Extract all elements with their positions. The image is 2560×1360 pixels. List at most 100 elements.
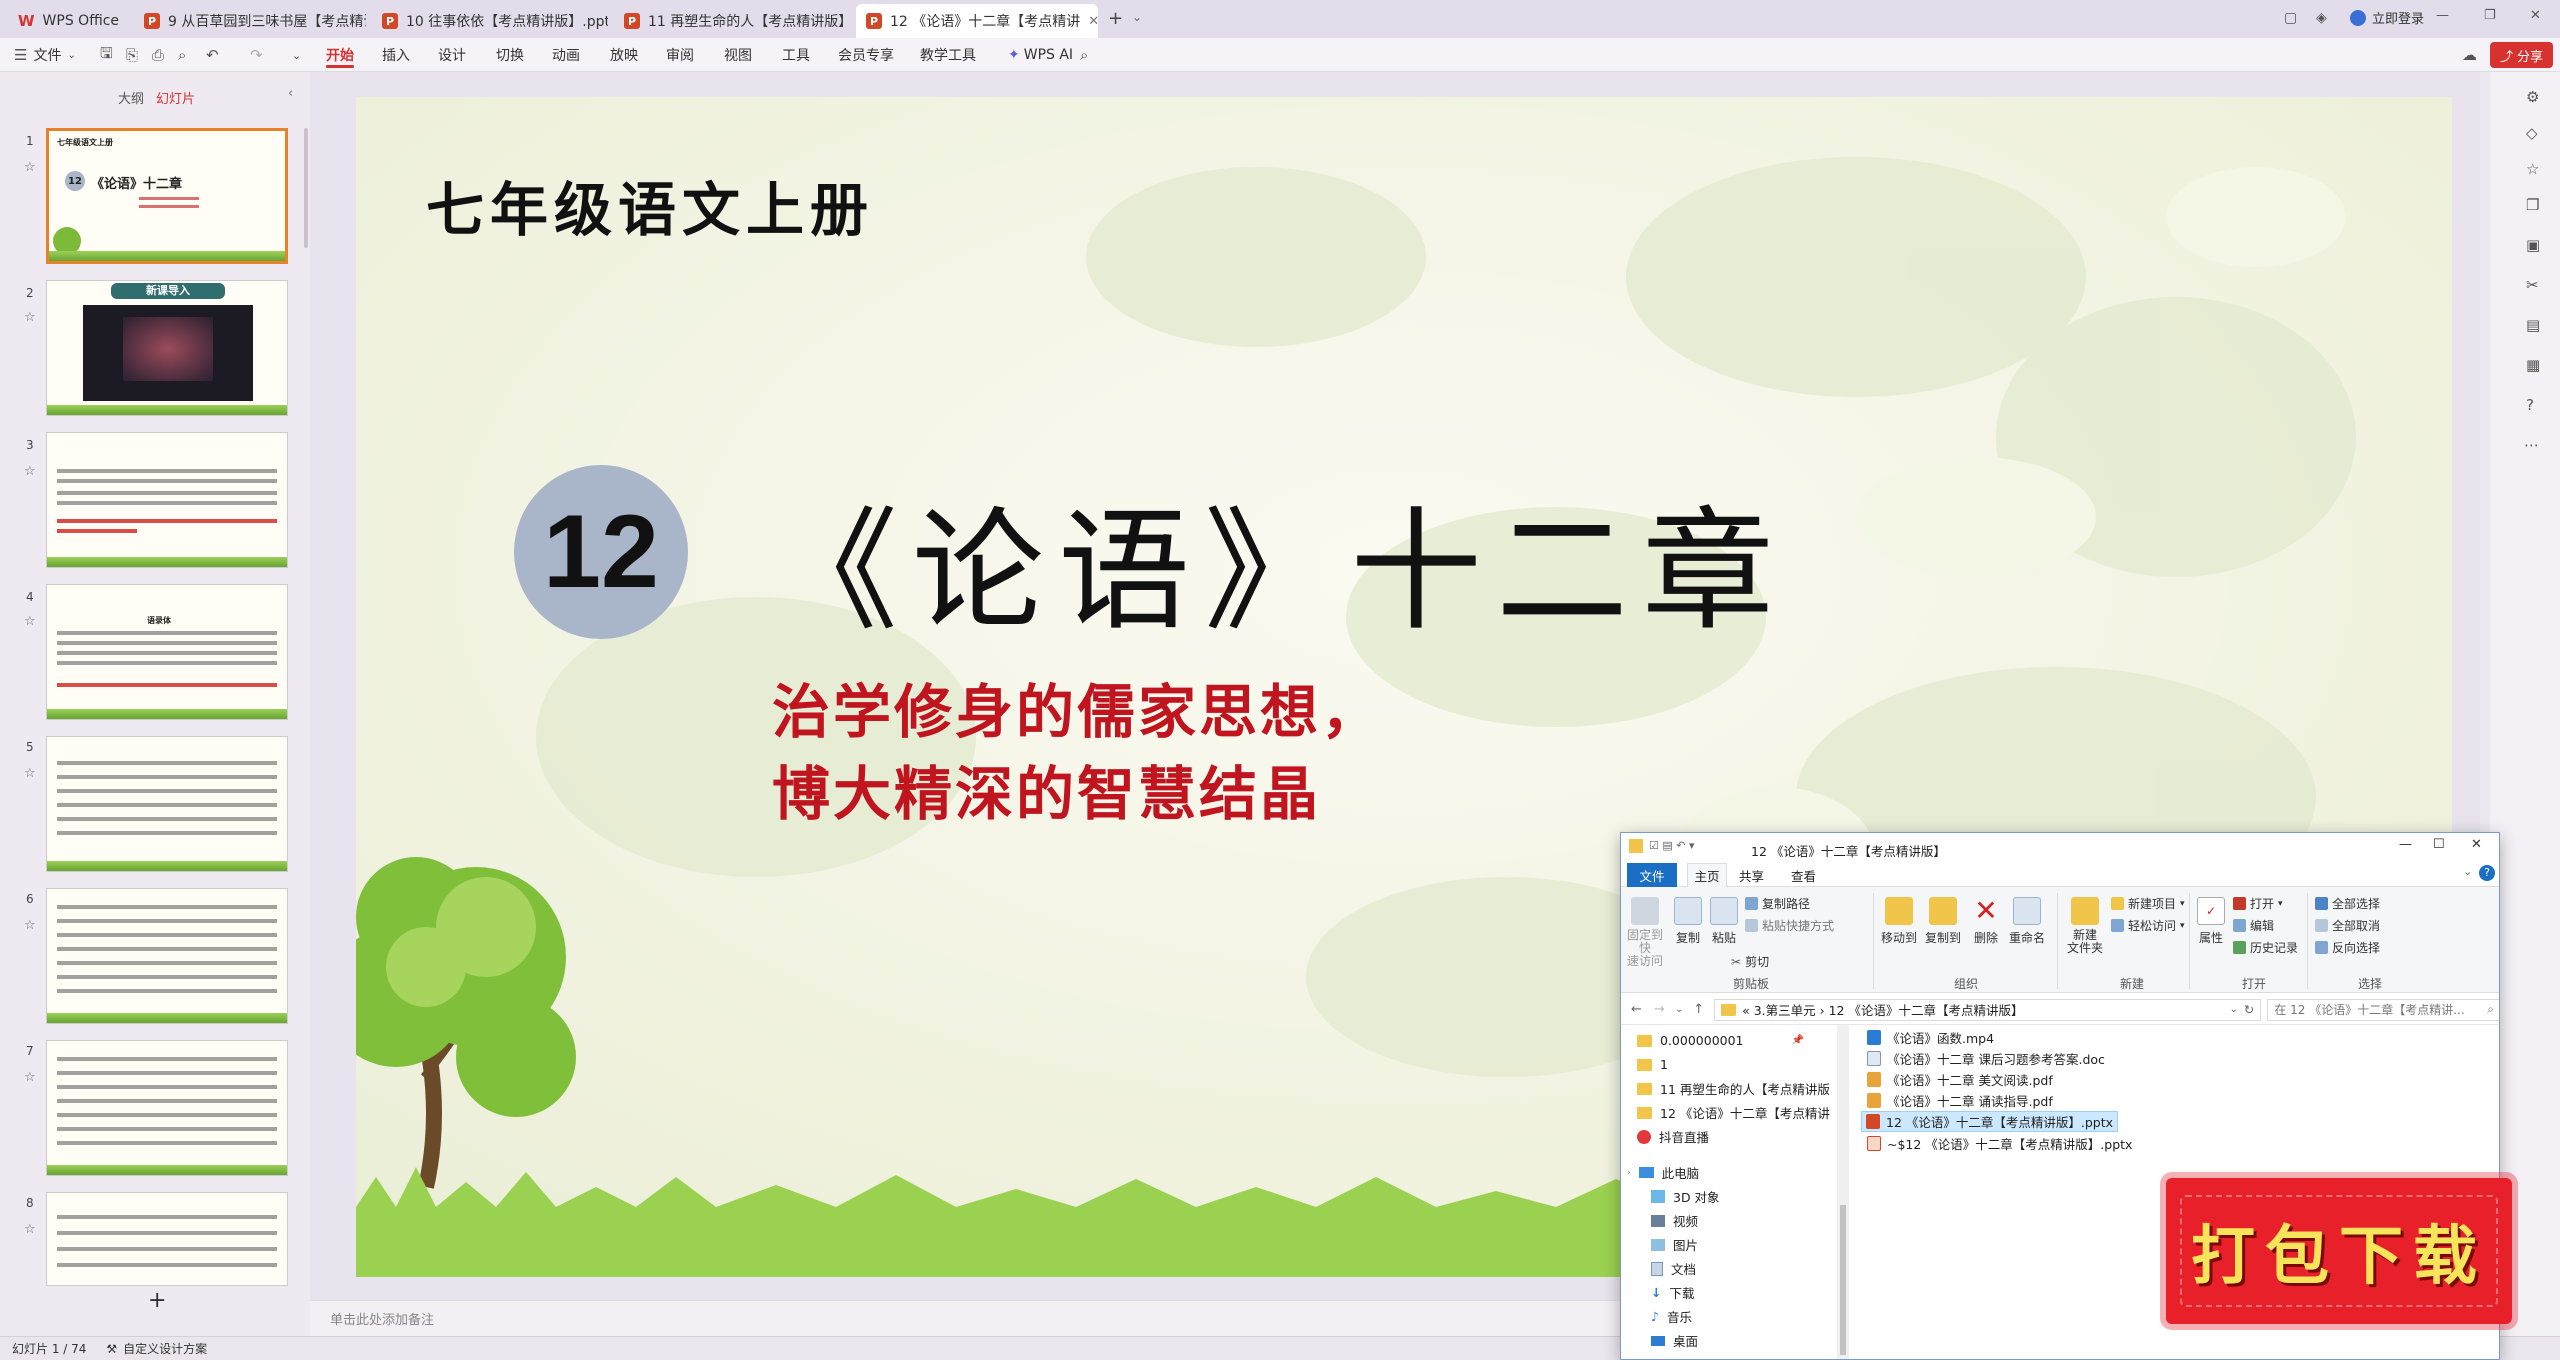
file-item[interactable]: ~$12 《论语》十二章【考点精讲版】.pptx [1863, 1133, 2136, 1154]
invert-selection-button[interactable]: 反向选择 [2315, 939, 2380, 956]
cut-button[interactable]: ✂ 剪切 [1731, 953, 1769, 970]
slide-thumbnail-5[interactable] [46, 736, 288, 872]
slide-thumbnail-3[interactable] [46, 432, 288, 568]
shapes-icon[interactable]: ◇ [2526, 124, 2538, 142]
undo-icon[interactable]: ↶ [206, 38, 219, 72]
collapse-panel-icon[interactable]: ‹ [288, 86, 293, 101]
maximize-icon[interactable]: ❐ [2484, 8, 2496, 23]
nav-item[interactable]: 桌面 [1651, 1329, 1698, 1352]
star-icon[interactable]: ☆ [24, 1222, 36, 1237]
nav-item[interactable]: 文档 [1651, 1257, 1696, 1280]
file-item[interactable]: 《论语》十二章 课后习题参考答案.doc [1863, 1048, 2109, 1069]
quick-access-toolbar-icon[interactable]: ☑ ▤ ↶ ▾ [1649, 839, 1694, 852]
file-item-selected[interactable]: 12 《论语》十二章【考点精讲版】.pptx [1861, 1111, 2119, 1132]
edit-button[interactable]: 编辑 [2233, 917, 2274, 934]
menu-transition[interactable]: 切换 [496, 38, 524, 72]
scroll-thumb[interactable] [1840, 1205, 1846, 1355]
wps-ai-button[interactable]: ✦ WPS AI [1008, 38, 1073, 72]
tab-outline[interactable]: 大纲 [118, 88, 144, 107]
paste-shortcut-button[interactable]: 粘贴快捷方式 [1745, 917, 1834, 934]
tab-document-active[interactable]: P 12 《论语》十二章【考点精讲 ✕ [856, 4, 1098, 38]
file-menu[interactable]: ☰ 文件 ⌄ [14, 38, 76, 72]
close-icon[interactable]: ✕ [1088, 14, 1098, 29]
nav-item[interactable]: 视频 [1651, 1209, 1698, 1232]
menu-animation[interactable]: 动画 [552, 38, 580, 72]
paste-button[interactable]: 粘贴 [1709, 897, 1739, 946]
notes-area[interactable]: 单击此处添加备注 [310, 1300, 1620, 1336]
up-icon[interactable]: ↑ [1693, 1002, 1704, 1017]
preview-icon[interactable]: ⌕ [178, 38, 186, 72]
file-item[interactable]: 《论语》函数.mp4 [1863, 1027, 1998, 1048]
pin-quick-access-button[interactable]: 固定到快 速访问 [1625, 897, 1665, 968]
chevron-down-icon[interactable]: ⌄ [292, 38, 301, 72]
save-icon[interactable]: 🖫 [100, 38, 113, 72]
star-icon[interactable]: ☆ [24, 614, 36, 629]
adjust-icon[interactable]: ⚙ [2526, 88, 2539, 106]
explorer-tab-home[interactable]: 主页 [1687, 863, 1727, 887]
delete-button[interactable]: ✕ 删除 [1971, 897, 2001, 946]
close-window-icon[interactable]: ✕ [2530, 8, 2541, 23]
cloud-icon[interactable]: ☁ [2462, 38, 2477, 72]
select-none-button[interactable]: 全部取消 [2315, 917, 2380, 934]
explorer-tab-share[interactable]: 共享 [1739, 863, 1764, 887]
maximize-icon[interactable]: ☐ [2433, 837, 2445, 852]
properties-button[interactable]: ✓ 属性 [2195, 897, 2227, 946]
back-icon[interactable]: ← [1631, 1002, 1642, 1017]
export-pdf-icon[interactable]: ⎘ [126, 38, 138, 72]
tools-icon[interactable]: ✂ [2526, 276, 2539, 294]
chevron-down-icon[interactable]: ⌄ [1132, 10, 1142, 24]
layout-icon[interactable]: ▤ [2526, 316, 2540, 334]
menu-tools[interactable]: 工具 [782, 38, 810, 72]
tab-wps-home[interactable]: W WPS Office [8, 4, 130, 38]
copy-button[interactable]: 复制 [1673, 897, 1703, 946]
nav-item-this-pc[interactable]: › 此电脑 [1627, 1161, 1699, 1184]
new-folder-button[interactable]: 新建 文件夹 [2063, 897, 2107, 955]
star-icon[interactable]: ☆ [24, 160, 36, 175]
star-icon[interactable]: ☆ [24, 1070, 36, 1085]
move-to-button[interactable]: 移动到 [1879, 897, 1919, 946]
nav-item[interactable]: ↓ 下载 [1651, 1281, 1695, 1304]
minimize-icon[interactable]: — [2436, 8, 2449, 23]
menu-member[interactable]: 会员专享 [838, 38, 894, 72]
login-button[interactable]: 立即登录 [2350, 8, 2424, 27]
slide-thumbnail-8[interactable] [46, 1192, 288, 1286]
slide-thumbnail-6[interactable] [46, 888, 288, 1024]
slide-thumbnail-2[interactable]: 新课导入 [46, 280, 288, 416]
window-layout-icon[interactable]: ▢ [2284, 10, 2297, 26]
nav-item[interactable]: 图片 [1651, 1233, 1698, 1256]
chevron-down-icon[interactable]: ⌄ [2463, 865, 2472, 878]
address-bar[interactable]: « 3.第三单元 › 12 《论语》十二章【考点精讲版】 ⌄ ↻ [1714, 998, 2262, 1021]
menu-start[interactable]: 开始 [326, 38, 354, 72]
nav-item[interactable]: ♪ 音乐 [1651, 1305, 1692, 1328]
nav-item[interactable]: 0.000000001 📌 [1637, 1029, 1804, 1052]
nav-scrollbar[interactable] [1837, 1025, 1849, 1359]
panel-scrollbar[interactable] [304, 128, 308, 248]
file-item[interactable]: 《论语》十二章 美文阅读.pdf [1863, 1069, 2057, 1090]
nav-item[interactable]: 12 《论语》十二章【考点精讲 [1637, 1101, 1830, 1124]
share-button[interactable]: ⤴ 分享 [2490, 42, 2554, 68]
nav-item[interactable]: 3D 对象 [1651, 1185, 1720, 1208]
image-icon[interactable]: ▣ [2526, 236, 2540, 254]
search-icon[interactable]: ⌕ [1080, 38, 1088, 72]
open-button[interactable]: 打开 ▾ [2233, 895, 2283, 912]
close-window-icon[interactable]: ✕ [2471, 837, 2482, 852]
star-icon[interactable]: ☆ [24, 464, 36, 479]
explorer-tab-view[interactable]: 查看 [1791, 863, 1816, 887]
rename-button[interactable]: 重命名 [2007, 897, 2047, 946]
redo-icon[interactable]: ↷ [250, 38, 263, 72]
more-icon[interactable]: ⋯ [2524, 436, 2539, 454]
tab-slides[interactable]: 幻灯片 [156, 88, 195, 107]
easy-access-button[interactable]: 轻松访问 ▾ [2111, 917, 2185, 934]
slide-thumbnail-7[interactable] [46, 1040, 288, 1176]
refresh-icon[interactable]: ↻ [2244, 1002, 2254, 1017]
star-icon[interactable]: ☆ [24, 766, 36, 781]
slide-thumbnail-4[interactable]: 语录体 [46, 584, 288, 720]
help-icon[interactable]: ? [2479, 865, 2495, 881]
slide-thumbnail-1[interactable]: 七年级语文上册 12 《论语》十二章 [46, 128, 288, 264]
nav-item[interactable]: 1 [1637, 1053, 1668, 1076]
help-icon[interactable]: ? [2526, 396, 2534, 414]
explorer-tab-file[interactable]: 文件 [1627, 863, 1677, 887]
download-banner[interactable]: 打包下载 [2166, 1178, 2512, 1324]
nav-item[interactable]: 11 再塑生命的人【考点精讲版 [1637, 1077, 1830, 1100]
new-item-button[interactable]: 新建项目 ▾ [2111, 895, 2185, 912]
